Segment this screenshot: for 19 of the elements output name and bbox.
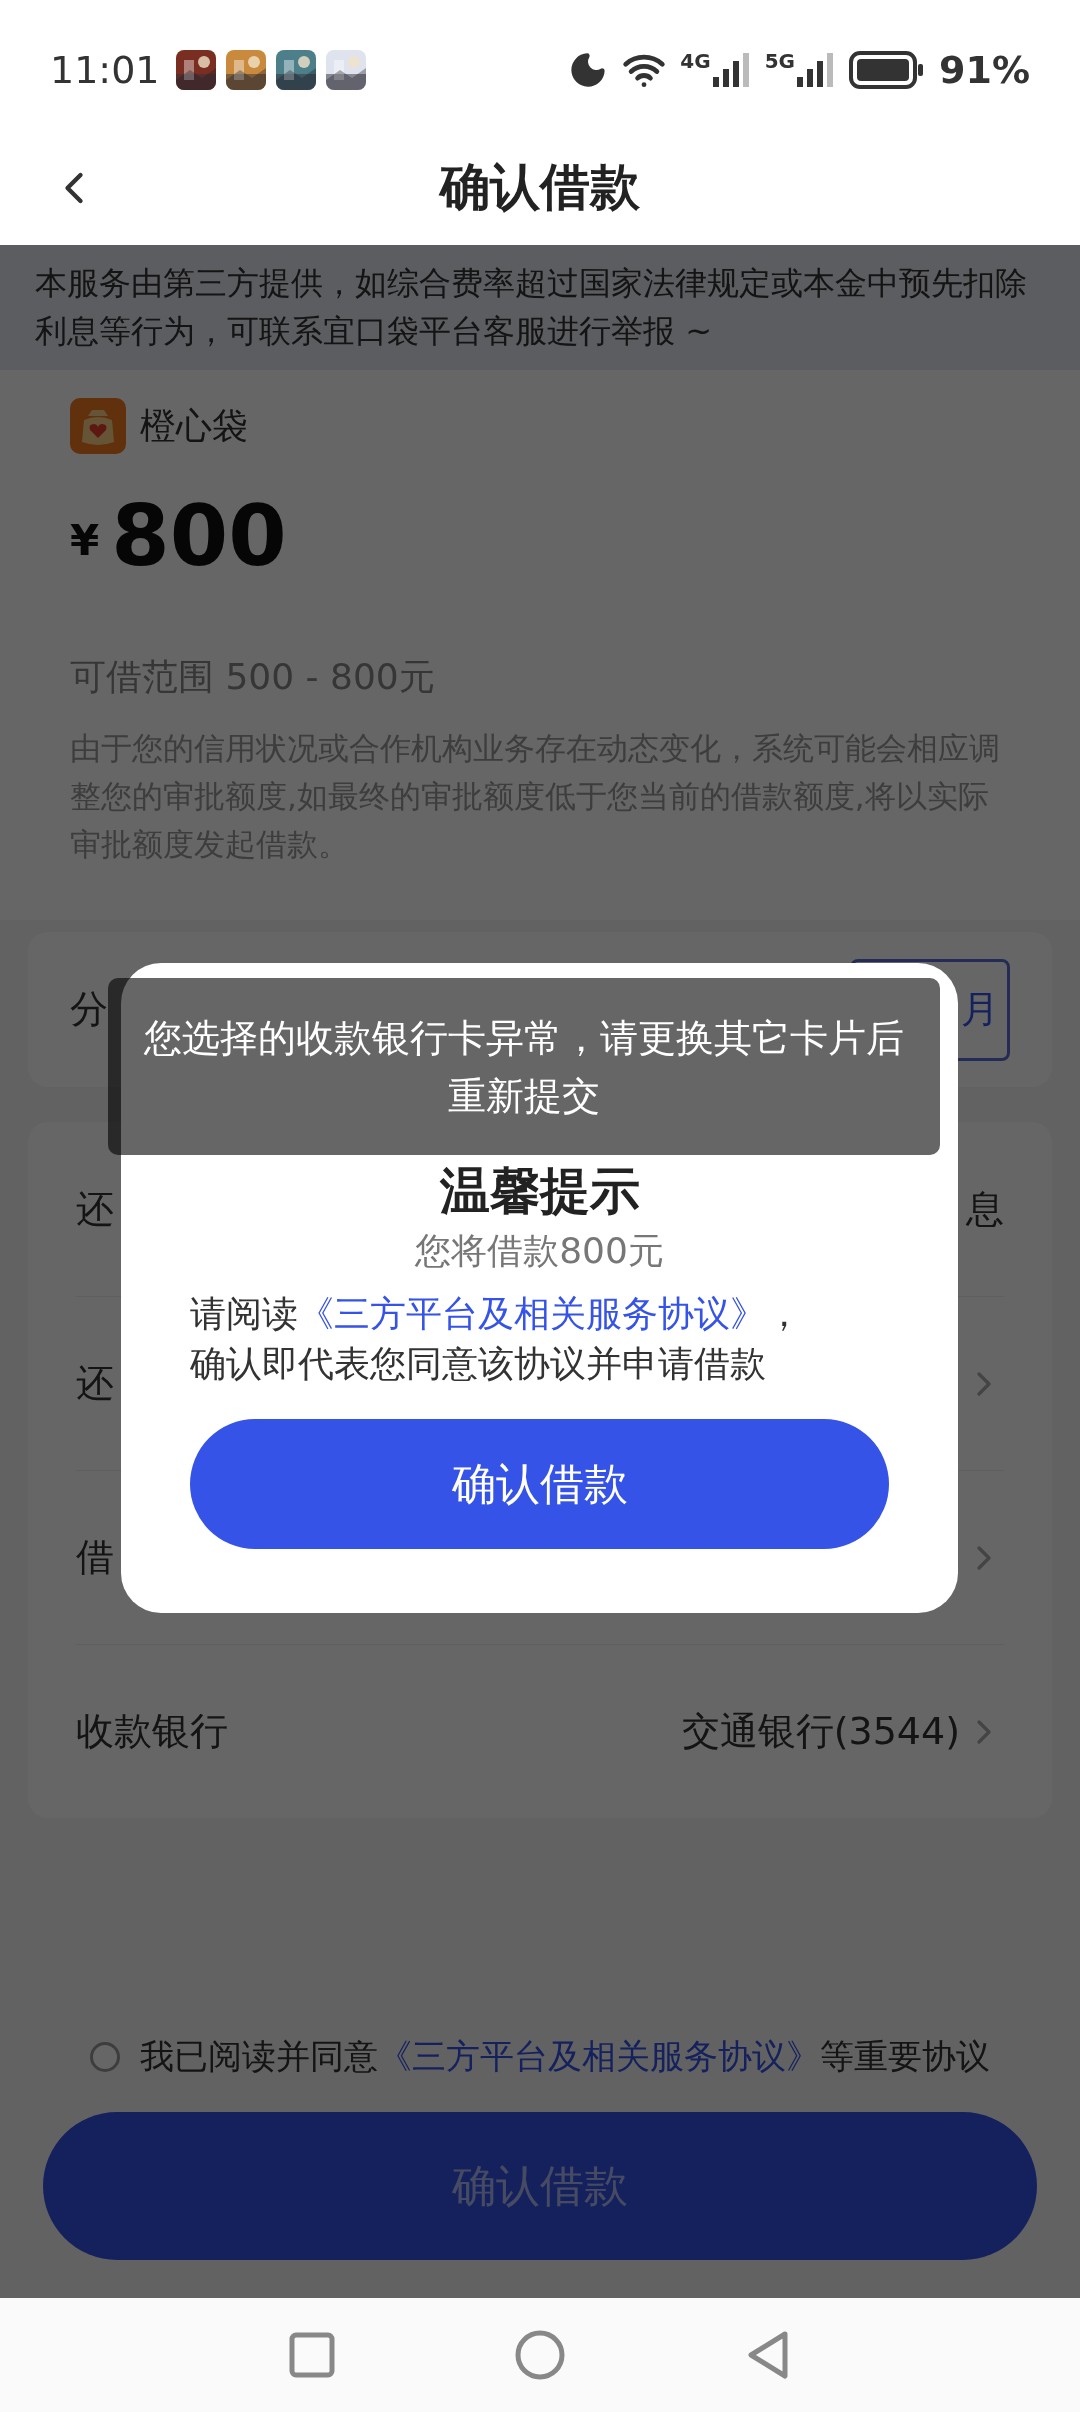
toast-message: 您选择的收款银行卡异常，请更换其它卡片后重新提交 xyxy=(143,1014,905,1120)
dialog-subtitle: 您将借款800元 xyxy=(415,1229,664,1273)
currency-symbol: ¥ xyxy=(70,515,100,567)
lender-name: 橙心袋 xyxy=(140,404,248,448)
row-value: 息 xyxy=(966,1185,1004,1233)
row-label: 还 xyxy=(76,1185,114,1233)
row-label: 借 xyxy=(76,1534,114,1581)
dialog-title: 温馨提示 xyxy=(439,1161,640,1222)
page-title: 确认借款 xyxy=(440,157,640,218)
battery-percent: 91% xyxy=(939,46,1030,94)
row-label: 还 xyxy=(76,1360,114,1407)
row-value: 交通银行(3544) xyxy=(681,1708,960,1755)
row-label: 收款银行 xyxy=(76,1708,228,1755)
loan-amount: 800 xyxy=(111,494,287,578)
status-time: 11:01 xyxy=(50,46,160,94)
dialog-message: 请阅读《三方平台及相关服务协议》， 确认即代表您同意该协议并申请借款 xyxy=(190,1292,803,1386)
notice-banner: 本服务由第三方提供，如综合费率超过国家法律规定或本金中预先扣除利息等行为，可联系宜口袋平台客服进行举报 ~ xyxy=(0,245,1080,370)
row-label: 分 xyxy=(70,986,108,1033)
agreement-text: 我已阅读并同意《三方平台及相关服务协议》等重要协议 xyxy=(90,2031,990,2082)
